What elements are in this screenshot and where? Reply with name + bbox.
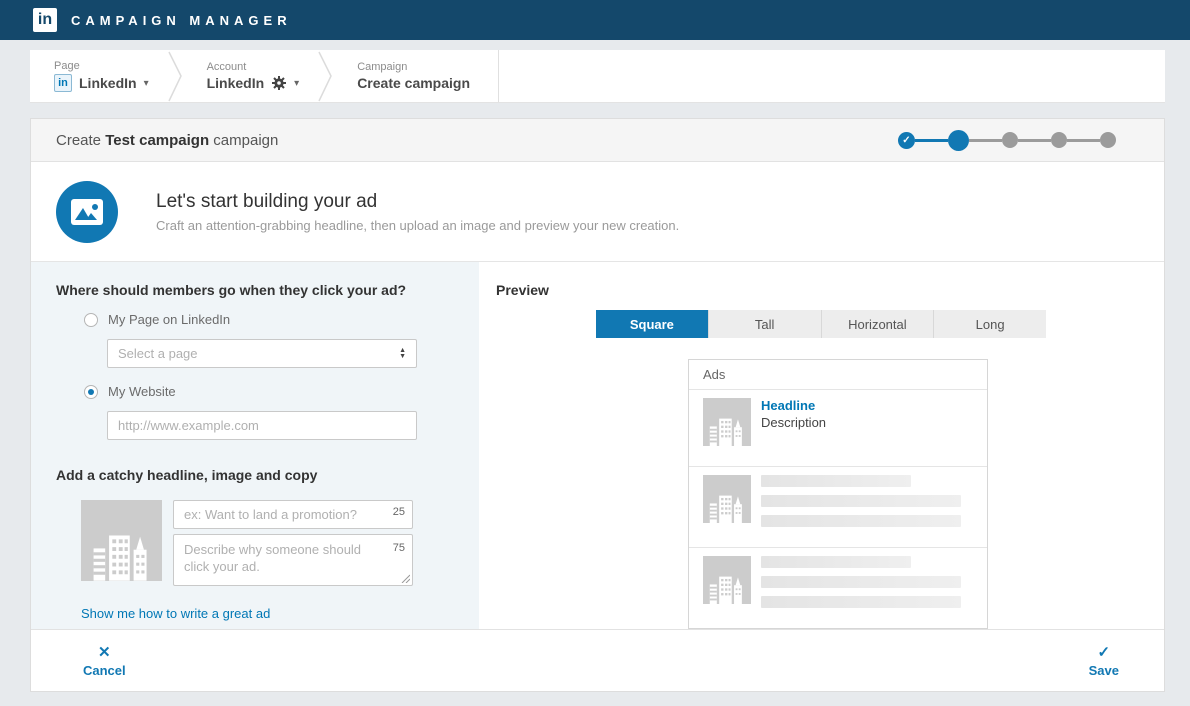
page-select-placeholder: Select a page (118, 346, 198, 361)
preview-format-tabs: Square Tall Horizontal Long (596, 310, 1046, 338)
description-textarea[interactable]: Describe why someone should click your a… (173, 534, 413, 586)
preview-heading: Preview (496, 282, 1164, 298)
step-4 (1051, 132, 1067, 148)
chevron-down-icon: ▾ (144, 78, 149, 89)
step-connector (915, 139, 948, 142)
destination-heading: Where should members go when they click … (56, 282, 447, 298)
tab-tall[interactable]: Tall (709, 310, 822, 338)
cancel-button[interactable]: ✕ Cancel (83, 643, 126, 678)
breadcrumb: Page in LinkedIn ▾ Account LinkedIn ▾ Ca… (30, 50, 1165, 103)
ad-preview-headline: Headline (761, 398, 826, 413)
radio-my-page-row[interactable]: My Page on LinkedIn (84, 312, 447, 327)
cancel-label: Cancel (83, 663, 126, 678)
create-campaign-card: Create Test campaign campaign ✓ Let's st… (30, 118, 1165, 692)
radio-my-page[interactable] (84, 313, 98, 327)
campaign-name: Test campaign (105, 132, 209, 149)
hero-subtitle: Craft an attention-grabbing headline, th… (156, 218, 679, 233)
ad-preview-panel: Preview Square Tall Horizontal Long Ads (479, 262, 1164, 629)
skeleton-bar (761, 495, 961, 507)
select-spinner-icon[interactable]: ▲▼ (399, 348, 406, 360)
description-char-counter: 75 (393, 540, 405, 557)
ad-preview-row-3 (689, 548, 987, 628)
breadcrumb-page[interactable]: Page in LinkedIn ▾ (30, 50, 167, 102)
breadcrumb-separator-icon (317, 50, 333, 103)
tab-long[interactable]: Long (934, 310, 1046, 338)
ads-card-title: Ads (689, 360, 987, 390)
linkedin-page-icon: in (54, 74, 72, 92)
ad-thumbnail-icon (703, 398, 751, 446)
campaign-header: Create Test campaign campaign ✓ (31, 119, 1164, 162)
close-icon: ✕ (98, 643, 111, 661)
skeleton-bar (761, 596, 961, 608)
image-ad-icon (56, 181, 118, 243)
tab-square[interactable]: Square (596, 310, 709, 338)
ad-preview-row-2 (689, 467, 987, 548)
ad-preview-row-1: Headline Description (689, 390, 987, 467)
breadcrumb-account[interactable]: Account LinkedIn ▾ (183, 50, 318, 102)
ad-thumbnail-icon (703, 475, 751, 523)
ad-settings-panel: Where should members go when they click … (31, 262, 479, 629)
breadcrumb-account-value: LinkedIn (207, 75, 265, 91)
skeleton-bar (761, 515, 961, 527)
breadcrumb-spacer (499, 50, 1165, 102)
ad-image-upload[interactable] (81, 500, 162, 581)
card-body: Where should members go when they click … (31, 261, 1164, 629)
save-label: Save (1089, 663, 1119, 678)
app-title: CAMPAIGN MANAGER (71, 13, 292, 28)
breadcrumb-account-label: Account (207, 61, 300, 73)
hero-title: Let's start building your ad (156, 191, 679, 213)
breadcrumb-separator-icon (167, 50, 183, 103)
step-connector (1067, 139, 1100, 142)
headline-input[interactable]: ex: Want to land a promotion? 25 (173, 500, 413, 529)
write-great-ad-link[interactable]: Show me how to write a great ad (81, 606, 270, 621)
creative-heading: Add a catchy headline, image and copy (56, 467, 447, 483)
linkedin-logo-icon[interactable]: in (33, 8, 57, 32)
app-topbar: in CAMPAIGN MANAGER (0, 0, 1190, 40)
skeleton-bar (761, 475, 911, 487)
step-1-complete-icon: ✓ (898, 132, 915, 149)
headline-char-counter: 25 (393, 506, 405, 518)
page-select[interactable]: Select a page ▲▼ (107, 339, 417, 368)
ad-thumbnail-icon (703, 556, 751, 604)
chevron-down-icon: ▾ (294, 78, 299, 89)
resize-handle-icon[interactable] (401, 574, 410, 583)
tab-horizontal[interactable]: Horizontal (822, 310, 935, 338)
radio-my-website-row[interactable]: My Website (84, 384, 447, 399)
step-connector (969, 139, 1002, 142)
card-footer: ✕ Cancel ✓ Save (31, 629, 1164, 691)
campaign-title: Create Test campaign campaign (56, 132, 278, 149)
radio-my-website-label: My Website (108, 384, 176, 399)
breadcrumb-campaign-value: Create campaign (357, 75, 470, 91)
step-5 (1100, 132, 1116, 148)
description-placeholder: Describe why someone should click your a… (184, 542, 361, 574)
ad-preview-description: Description (761, 415, 826, 430)
progress-stepper: ✓ (898, 130, 1116, 151)
step-2-current (948, 130, 969, 151)
website-url-placeholder: http://www.example.com (118, 418, 259, 433)
breadcrumb-campaign-label: Campaign (357, 61, 470, 73)
radio-my-page-label: My Page on LinkedIn (108, 312, 230, 327)
breadcrumb-page-label: Page (54, 60, 149, 72)
skeleton-bar (761, 576, 961, 588)
hero-section: Let's start building your ad Craft an at… (31, 162, 1164, 261)
step-connector (1018, 139, 1051, 142)
website-url-input[interactable]: http://www.example.com (107, 411, 417, 440)
step-3 (1002, 132, 1018, 148)
check-icon: ✓ (1098, 643, 1111, 661)
headline-placeholder: ex: Want to land a promotion? (184, 507, 357, 522)
radio-my-website[interactable] (84, 385, 98, 399)
breadcrumb-campaign: Campaign Create campaign (333, 50, 488, 102)
skeleton-bar (761, 556, 911, 568)
breadcrumb-page-value: LinkedIn (79, 75, 137, 91)
gear-icon[interactable] (271, 75, 287, 91)
ads-preview-card: Ads (688, 359, 988, 629)
save-button[interactable]: ✓ Save (1089, 643, 1119, 678)
